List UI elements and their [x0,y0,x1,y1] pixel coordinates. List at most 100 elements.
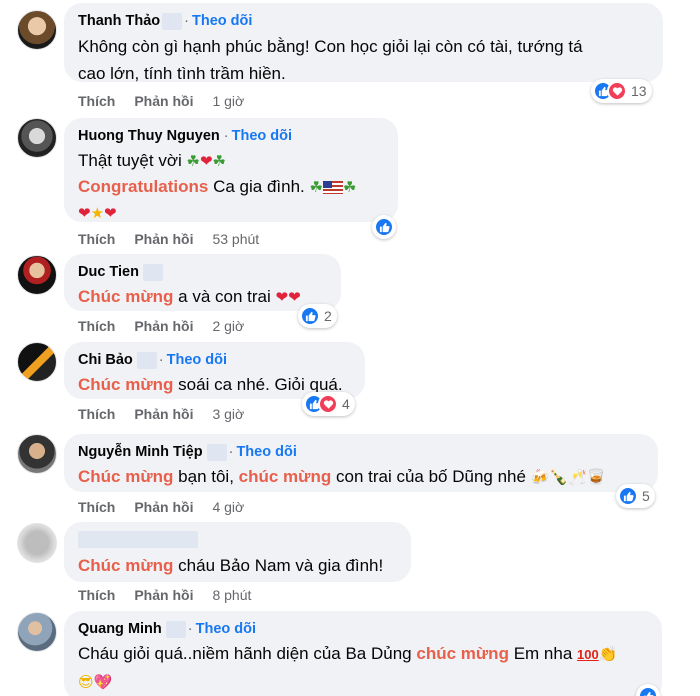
congrats-highlight: Chúc mừng [78,287,174,306]
author-name[interactable]: Huong Thuy Nguyen [78,127,220,145]
blurred-badge [162,12,183,30]
follow-link[interactable]: Theo dõi [196,620,256,638]
author-name[interactable]: Chi Bảo [78,351,133,369]
comment-text: Không còn gì hạnh phúc bằng! Con học giỏ… [78,33,649,87]
author-name[interactable]: Quang Minh [78,620,162,638]
reply-button[interactable]: Phản hồi [134,231,193,247]
blurred-name [78,531,198,548]
comment-line-2: Ca gia đình. [213,177,305,196]
like-button[interactable]: Thích [78,499,115,515]
hundred-points-emoji-icon: 100 [577,647,599,663]
comment-text: Chúc mừng bạn tôi, chúc mừng con trai củ… [78,463,644,490]
avatar[interactable] [17,118,57,158]
comment-bubble: Chúc mừng cháu Bảo Nam và gia đình! [64,522,411,582]
comment-segment: con trai của bố Dũng nhé [336,467,526,486]
heart-emoji-icon: ❤ [104,205,117,223]
comment-bubble: Quang Minh · Theo dõi Cháu giỏi quá..niề… [64,611,662,696]
comment-line-1: cháu Bảo Nam và gia đình! [178,556,384,575]
clapping-hands-emoji-icon: 👏 [598,646,618,664]
follow-link[interactable]: Theo dõi [232,127,292,145]
love-reaction-icon [318,394,338,414]
bottle-emoji-icon: 🍾 [549,469,569,487]
reaction-summary[interactable] [372,215,396,239]
separator-dot: · [223,128,229,144]
comment-actions: Thích Phản hồi 3 giờ [78,406,263,422]
comment-text: Chúc mừng a và con trai ❤❤ [78,283,327,310]
congrats-highlight: chúc mừng [238,467,332,486]
blurred-badge [206,443,227,461]
whisky-emoji-icon: 🥃 [586,469,606,487]
comment-line-1: Thật tuyệt vời [78,151,182,170]
comment-line-1: a và con trai [178,287,271,306]
avatar[interactable] [17,612,57,652]
avatar[interactable] [17,255,57,295]
timestamp[interactable]: 3 giờ [212,406,244,422]
clover-emoji-icon: ☘ [186,153,200,171]
comment-text: Cháu giỏi quá..niềm hãnh diện của Ba Dủn… [78,640,648,696]
separator-dot: · [184,13,190,29]
comment-bubble: Chi Bảo · Theo dõi Chúc mừng soái ca nhé… [64,342,365,399]
reaction-count: 4 [342,396,350,412]
follow-link[interactable]: Theo dõi [192,12,252,30]
separator-dot: · [228,444,234,460]
separator-dot: · [187,621,193,637]
sunglasses-emoji-icon: 😎 [78,674,94,692]
comment-line-1: Không còn gì hạnh phúc bằng! Con học giỏ… [78,37,583,56]
reaction-summary[interactable]: 5 [616,484,655,508]
like-button[interactable]: Thích [78,93,115,109]
heart-emoji-icon: ❤ [199,153,213,171]
comment-actions: Thích Phản hồi 1 giờ [78,93,263,109]
congrats-highlight: chúc mừng [416,644,509,663]
timestamp[interactable]: 2 giờ [212,318,244,334]
follow-link[interactable]: Theo dõi [236,443,296,461]
avatar[interactable] [17,10,57,50]
reply-button[interactable]: Phản hồi [134,318,193,334]
comment-text: Thật tuyệt vời ☘❤☘ Congratulations Ca gi… [78,148,384,226]
reaction-count: 2 [324,308,332,324]
reply-button[interactable]: Phản hồi [134,406,193,422]
comment-bubble: Nguyễn Minh Tiệp · Theo dõi Chúc mừng bạ… [64,434,658,492]
reaction-count: 13 [631,83,647,99]
author-name[interactable]: Thanh Thảo [78,12,160,30]
heart-emoji-icon: ❤ [288,289,301,307]
glasses-emoji-icon: 🥂 [568,469,587,487]
reaction-summary[interactable]: 13 [591,79,652,103]
sparkling-heart-emoji-icon: 💖 [93,674,113,692]
timestamp[interactable]: 4 giờ [212,499,244,515]
star-emoji-icon: ★ [90,205,105,223]
reply-button[interactable]: Phản hồi [134,499,193,515]
like-button[interactable]: Thích [78,587,115,603]
like-reaction-icon [300,306,320,326]
comment-segment: bạn tôi, [178,467,234,486]
congrats-highlight: Chúc mừng [78,556,174,575]
reaction-summary[interactable]: 4 [302,392,355,416]
comment-bubble: Huong Thuy Nguyen · Theo dõi Thật tuyệt … [64,118,398,222]
comment-actions: Thích Phản hồi 53 phút [78,231,278,247]
clover-emoji-icon: ☘ [342,179,357,197]
comment-line-2: cao lớn, tính tình trầm hiền. [78,64,286,83]
reply-button[interactable]: Phản hồi [134,587,193,603]
comment-segment: Cháu giỏi quá..niềm hãnh diện của Ba Dủn… [78,644,412,663]
reply-button[interactable]: Phản hồi [134,93,193,109]
comment-bubble: Thanh Thảo · Theo dõi Không còn gì hạnh … [64,3,663,83]
like-reaction-icon [638,686,658,696]
like-button[interactable]: Thích [78,406,115,422]
like-reaction-icon [618,486,638,506]
follow-link[interactable]: Theo dõi [167,351,227,369]
author-name[interactable]: Duc Tien [78,263,139,281]
timestamp[interactable]: 8 phút [212,587,251,603]
like-reaction-icon [374,217,394,237]
like-button[interactable]: Thích [78,231,115,247]
avatar[interactable] [17,342,57,382]
avatar[interactable] [17,434,57,474]
timestamp[interactable]: 1 giờ [212,93,244,109]
congrats-highlight: Chúc mừng [78,375,174,394]
heart-emoji-icon: ❤ [78,205,91,223]
comment-bubble: Duc Tien Chúc mừng a và con trai ❤❤ [64,254,341,311]
avatar[interactable] [17,523,57,563]
reaction-summary[interactable]: 2 [298,304,337,328]
comment-actions: Thích Phản hồi 2 giờ [78,318,263,334]
author-name[interactable]: Nguyễn Minh Tiệp [78,443,203,461]
timestamp[interactable]: 53 phút [212,231,259,247]
like-button[interactable]: Thích [78,318,115,334]
